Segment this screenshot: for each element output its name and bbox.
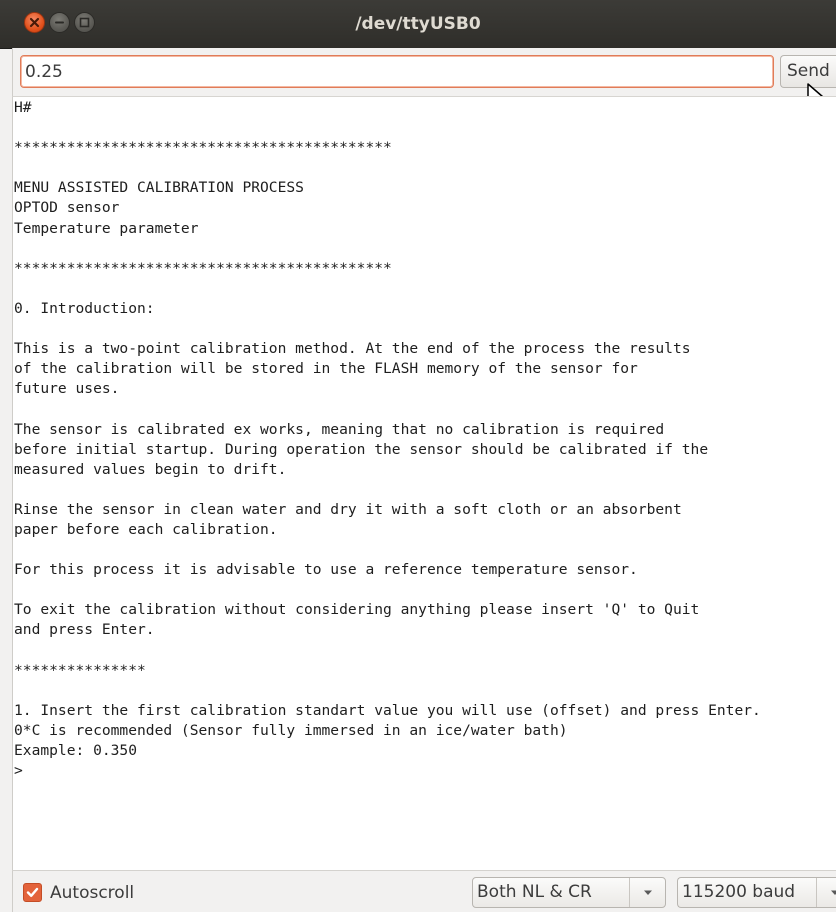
line-ending-select[interactable]: Both NL & CR	[472, 877, 666, 908]
select-divider	[629, 878, 630, 907]
checkbox-checked-icon	[23, 883, 42, 902]
checkmark-icon	[26, 887, 39, 897]
window-title: /dev/ttyUSB0	[355, 14, 481, 34]
select-divider	[816, 878, 817, 907]
autoscroll-label: Autoscroll	[50, 883, 135, 903]
baud-rate-select[interactable]: 115200 baud	[677, 877, 836, 908]
line-ending-value: Both NL & CR	[477, 882, 592, 902]
baud-rate-value: 115200 baud	[682, 882, 796, 902]
serial-output-console[interactable]: H# *************************************…	[12, 96, 836, 870]
serial-monitor-window: /dev/ttyUSB0 Send H# *******************…	[0, 0, 836, 912]
chevron-down-icon	[831, 890, 836, 895]
title-bar[interactable]: /dev/ttyUSB0	[0, 0, 836, 49]
serial-output-text: H# *************************************…	[14, 99, 761, 780]
serial-send-input[interactable]	[20, 55, 774, 88]
chevron-down-icon	[644, 890, 652, 895]
status-bar: Autoscroll Both NL & CR 115200 baud	[12, 870, 836, 912]
send-row: Send	[12, 48, 836, 96]
